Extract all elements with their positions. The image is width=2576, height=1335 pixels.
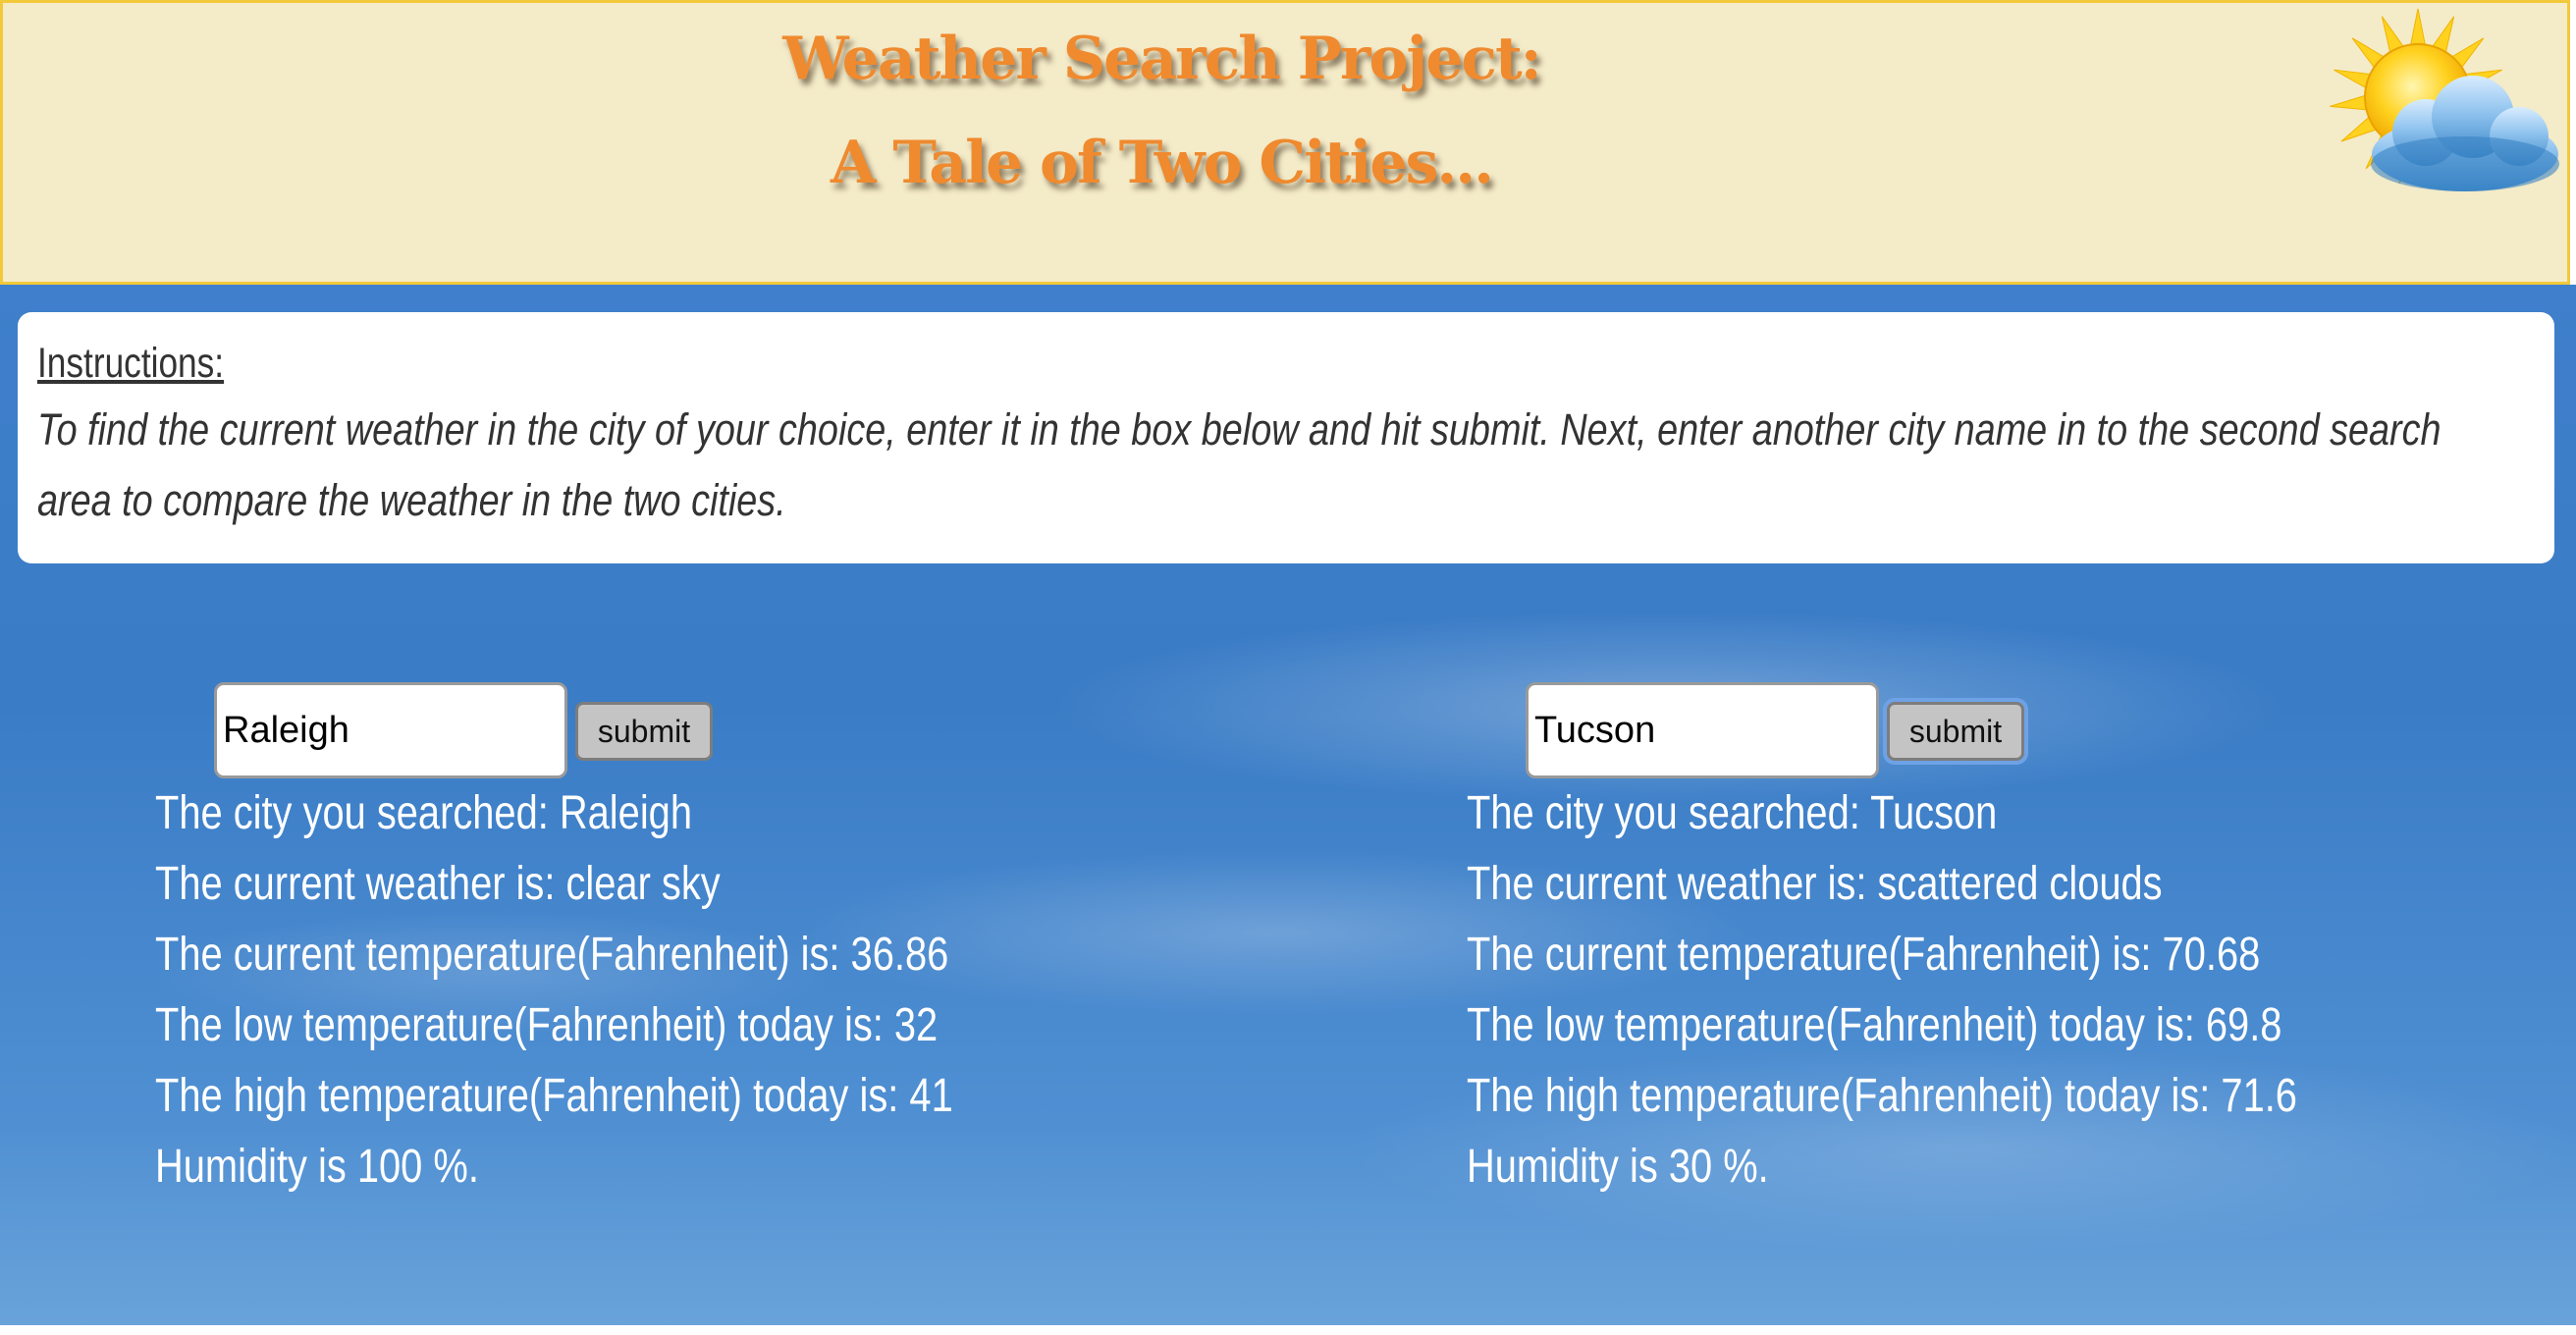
result-temp-right: The current temperature(Fahrenheit) is: … xyxy=(1467,929,2261,981)
page: Weather Search Project: A Tale of Two Ci… xyxy=(0,0,2576,1335)
weather-results-left: The city you searched: Raleigh The curre… xyxy=(155,778,1137,1202)
submit-button-right[interactable]: submit xyxy=(1887,702,2024,761)
result-city-left: The city you searched: Raleigh xyxy=(155,787,692,839)
result-high-left: The high temperature(Fahrenheit) today i… xyxy=(155,1070,953,1122)
result-humidity-right: Humidity is 30 %. xyxy=(1467,1141,1769,1193)
result-temp-left: The current temperature(Fahrenheit) is: … xyxy=(155,929,949,981)
submit-button-left[interactable]: submit xyxy=(575,702,713,761)
result-city-right: The city you searched: Tucson xyxy=(1467,787,1998,839)
bottom-strip xyxy=(0,1325,2576,1335)
page-title-line2: A Tale of Two Cities... xyxy=(830,129,1494,197)
result-weather-right: The current weather is: scattered clouds xyxy=(1467,858,2163,910)
result-low-left: The low temperature(Fahrenheit) today is… xyxy=(155,999,939,1051)
instructions-panel: Instructions: To find the current weathe… xyxy=(18,312,2554,563)
result-humidity-left: Humidity is 100 %. xyxy=(155,1141,479,1193)
result-low-right: The low temperature(Fahrenheit) today is… xyxy=(1467,999,2282,1051)
instructions-text: To find the current weather in the city … xyxy=(37,404,2442,525)
city-input-right[interactable] xyxy=(1526,682,1879,778)
page-title-line1: Weather Search Project: xyxy=(782,25,1542,93)
header-banner: Weather Search Project: A Tale of Two Ci… xyxy=(0,0,2570,285)
result-high-right: The high temperature(Fahrenheit) today i… xyxy=(1467,1070,2297,1122)
sun-behind-cloud-icon xyxy=(2330,8,2559,191)
weather-results-right: The city you searched: Tucson The curren… xyxy=(1467,778,2448,1202)
result-weather-left: The current weather is: clear sky xyxy=(155,858,721,910)
city-input-left[interactable] xyxy=(214,682,567,778)
instructions-heading: Instructions: xyxy=(37,340,225,387)
